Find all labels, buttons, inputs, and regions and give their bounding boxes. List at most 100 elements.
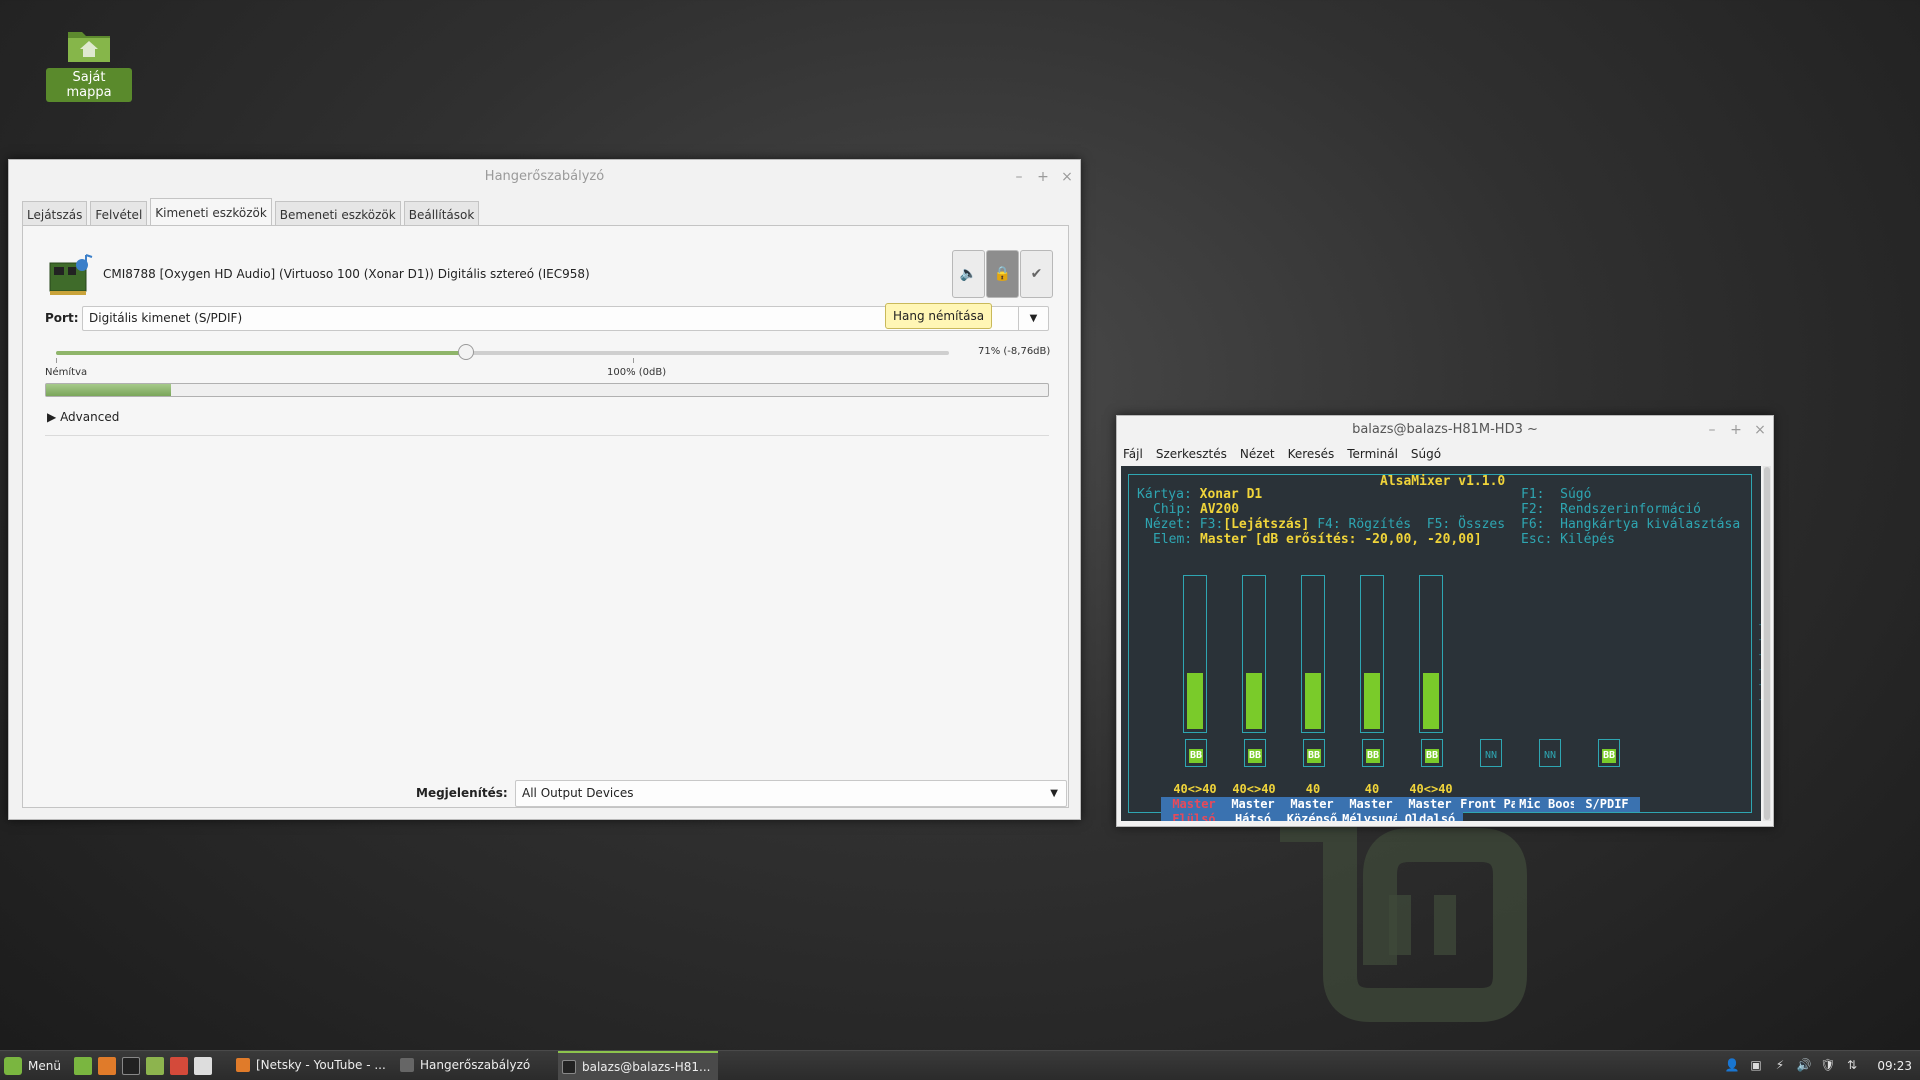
channel-mute-state: BB [1188, 749, 1204, 763]
window-titlebar[interactable]: Hangerőszabályzó – + × [9, 160, 1080, 194]
menu-edit[interactable]: Szerkesztés [1156, 444, 1227, 464]
window-title: Hangerőszabályzó [484, 169, 605, 184]
menu-file[interactable]: Fájl [1123, 444, 1143, 464]
minimize-icon[interactable]: – [1705, 416, 1719, 444]
network-wired-icon[interactable]: ⇅ [1844, 1057, 1860, 1073]
muted-label: Némítva [45, 367, 88, 378]
mixer-channel[interactable]: BB S/PDIF [1560, 475, 1640, 814]
port-value: Digitális kimenet (S/PDIF) [89, 311, 243, 325]
terminal-titlebar[interactable]: balazs@balazs-H81M-HD3 ~ – + × [1117, 416, 1773, 444]
volume-slider-handle[interactable] [458, 344, 474, 360]
taskbar-item-terminal[interactable]: balazs@balazs-H81... [558, 1051, 718, 1080]
update-manager-icon[interactable]: ▣ [1748, 1057, 1764, 1073]
channel-mute-state: NN [1543, 750, 1557, 761]
terminal-menubar: Fájl Szerkesztés Nézet Keresés Terminál … [1117, 444, 1773, 464]
tab-bar: Lejátszás Felvétel Kimeneti eszközök Bem… [22, 198, 480, 227]
channel-name: S/PDIF [1574, 797, 1640, 812]
close-icon[interactable]: × [1060, 160, 1074, 194]
lock-icon: 🔒 [993, 266, 1012, 282]
tab-input-devices[interactable]: Bemeneti eszközök [274, 201, 401, 227]
set-default-button[interactable]: ✔ [1020, 250, 1053, 298]
terminal-title: balazs@balazs-H81M-HD3 ~ [1352, 422, 1538, 437]
terminal-scrollbar[interactable] [1763, 466, 1771, 821]
alsamixer-frame: AlsaMixer v1.1.0 Kártya: Xonar D1 Chip: … [1128, 474, 1761, 821]
volume-app-icon [400, 1058, 414, 1072]
channel-volume-bar[interactable] [1301, 575, 1325, 733]
terminal-icon[interactable] [122, 1057, 140, 1075]
mute-button[interactable]: 🔈 [952, 250, 985, 298]
minimize-icon[interactable]: – [1012, 160, 1026, 194]
chrome-icon[interactable] [170, 1057, 188, 1075]
triangle-right-icon: ▶ [47, 410, 57, 424]
channel-mute-toggle[interactable]: NN [1480, 739, 1502, 767]
system-tray: 👤 ▣ ⚡ 🔊 🛡 ⇅ [1724, 1057, 1860, 1073]
menu-search[interactable]: Keresés [1288, 444, 1335, 464]
channel-mute-toggle[interactable]: BB [1185, 739, 1207, 767]
terminal-screen[interactable]: AlsaMixer v1.1.0 Kártya: Xonar D1 Chip: … [1121, 466, 1761, 821]
channel-mute-toggle[interactable]: NN [1539, 739, 1561, 767]
terminal-window: balazs@balazs-H81M-HD3 ~ – + × Fájl Szer… [1116, 415, 1774, 827]
advanced-expander[interactable]: ▶ Advanced [47, 410, 119, 424]
maximize-icon[interactable]: + [1036, 160, 1050, 194]
volume-percent-label: 71% (-8,76dB) [978, 346, 1051, 357]
firefox-icon [236, 1058, 250, 1072]
volume-icon[interactable]: 🔊 [1796, 1057, 1812, 1073]
linux-mint-wallpaper-logo [1280, 808, 1527, 1022]
menu-view[interactable]: Nézet [1240, 444, 1275, 464]
firefox-icon[interactable] [98, 1057, 116, 1075]
tab-recording[interactable]: Felvétel [90, 201, 148, 227]
chevron-down-icon: ▼ [1050, 788, 1058, 799]
sound-card-icon [48, 253, 94, 297]
taskbar-item-label: Hangerőszabályzó [420, 1058, 531, 1072]
slider-tick-min [56, 358, 57, 363]
menu-help[interactable]: Súgó [1411, 444, 1441, 464]
channel-volume-bar[interactable] [1419, 575, 1443, 733]
channel-mute-state: BB [1247, 749, 1263, 763]
user-icon[interactable]: 👤 [1724, 1057, 1740, 1073]
tab-configuration[interactable]: Beállítások [403, 201, 480, 227]
channel-mute-state: BB [1424, 749, 1440, 763]
taskbar: Menü [Netsky - YouTube - ... Hangerőszab… [0, 1050, 1920, 1080]
tab-output-devices[interactable]: Kimeneti eszközök [150, 198, 272, 227]
channel-mute-toggle[interactable]: BB [1244, 739, 1266, 767]
show-value: All Output Devices [522, 786, 634, 800]
channel-name-line1: S/PDIF [1585, 797, 1629, 811]
tab-playback[interactable]: Lejátszás [22, 201, 88, 227]
menu-label: Menü [28, 1059, 61, 1073]
volume-slider-fill [56, 351, 466, 355]
home-folder-desktop-icon[interactable]: Saját mappa [46, 26, 132, 102]
peak-meter [45, 383, 1049, 397]
channel-mute-toggle[interactable]: BB [1303, 739, 1325, 767]
show-devices-select[interactable]: All Output Devices ▼ [515, 780, 1067, 807]
channel-mute-state: BB [1601, 749, 1617, 763]
channel-volume-bar[interactable] [1183, 575, 1207, 733]
files-icon[interactable] [146, 1057, 164, 1075]
maximize-icon[interactable]: + [1729, 416, 1743, 444]
start-menu-button[interactable]: Menü [4, 1051, 61, 1080]
separator [45, 435, 1049, 436]
channel-level [1187, 673, 1203, 729]
channel-mute-state: NN [1484, 750, 1498, 761]
shield-icon[interactable]: 🛡 [1820, 1057, 1836, 1073]
menu-terminal[interactable]: Terminál [1347, 444, 1398, 464]
mint-logo-icon [4, 1057, 22, 1075]
text-editor-icon[interactable] [194, 1057, 212, 1075]
channel-volume-bar[interactable] [1360, 575, 1384, 733]
network-icon[interactable]: ⚡ [1772, 1057, 1788, 1073]
taskbar-item-volume[interactable]: Hangerőszabályzó [396, 1051, 556, 1080]
channel-volume-bar[interactable] [1242, 575, 1266, 733]
taskbar-item-youtube[interactable]: [Netsky - YouTube - ... [232, 1051, 392, 1080]
quick-launch [74, 1057, 212, 1075]
taskbar-item-label: [Netsky - YouTube - ... [256, 1058, 386, 1072]
clock[interactable]: 09:23 [1877, 1051, 1912, 1080]
lock-channels-button[interactable]: 🔒 [986, 250, 1019, 298]
channel-mute-toggle[interactable]: BB [1362, 739, 1384, 767]
show-desktop-icon[interactable] [74, 1057, 92, 1075]
volume-slider[interactable] [56, 344, 949, 360]
channel-mute-toggle[interactable]: BB [1421, 739, 1443, 767]
peak-meter-fill [46, 384, 172, 396]
close-icon[interactable]: × [1753, 416, 1767, 444]
channel-level [1364, 673, 1380, 729]
device-name: CMI8788 [Oxygen HD Audio] (Virtuoso 100 … [103, 267, 590, 281]
channel-mute-toggle[interactable]: BB [1598, 739, 1620, 767]
